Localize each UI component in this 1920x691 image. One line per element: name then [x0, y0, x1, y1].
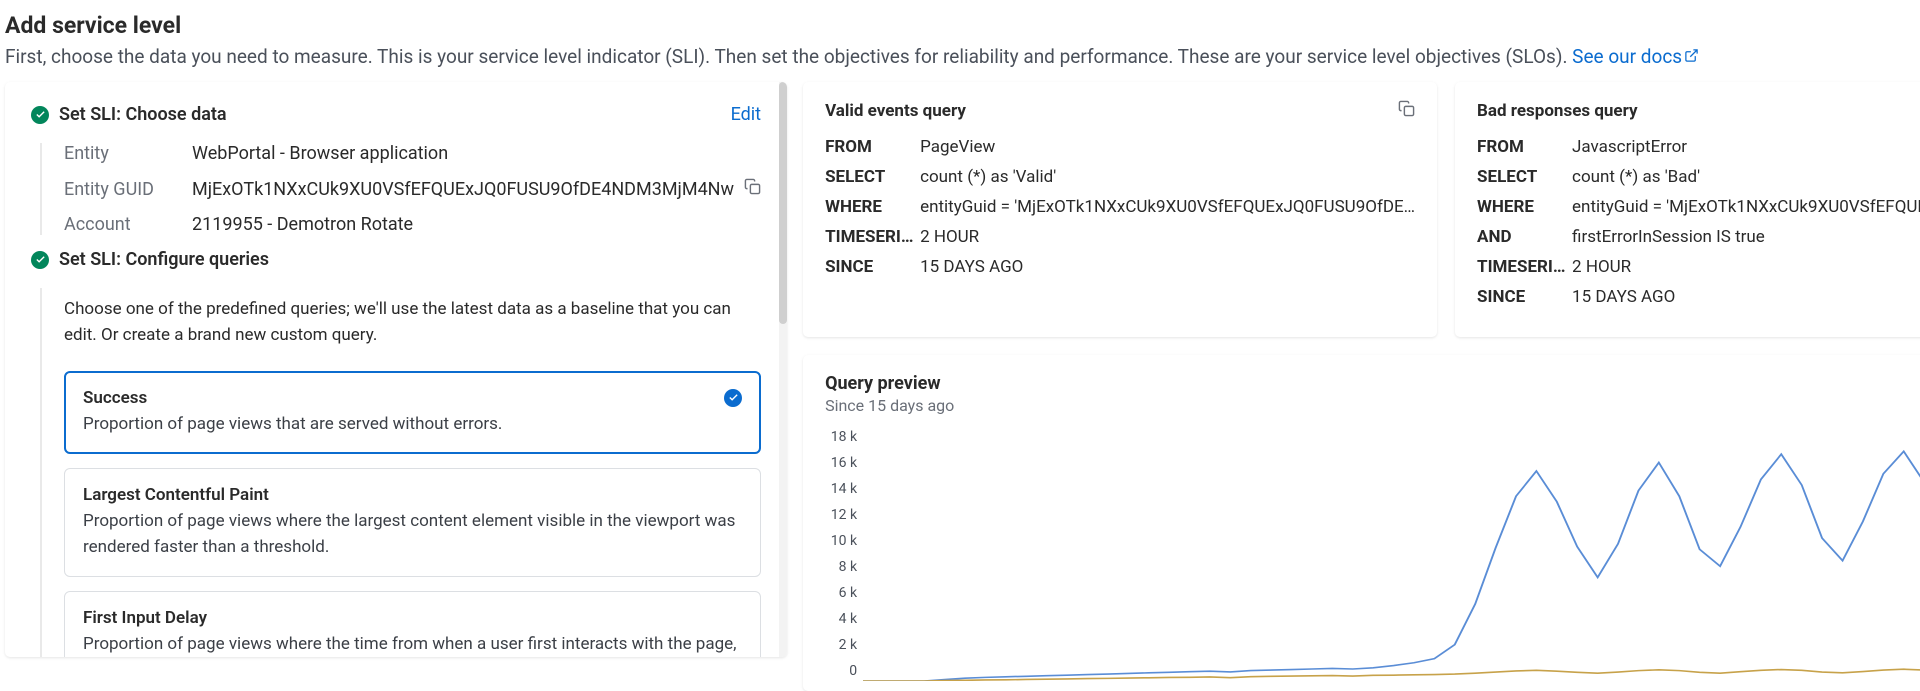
- chart-series-line: [863, 669, 1920, 681]
- query-option-fid[interactable]: First Input Delay Proportion of page vie…: [64, 591, 761, 657]
- y-tick: 4 k: [825, 611, 857, 627]
- account-value: 2119955 - Demotron Rotate: [192, 214, 413, 235]
- query-key: SELECT: [1477, 167, 1572, 187]
- query-value: 2 HOUR: [920, 227, 979, 247]
- edit-button[interactable]: Edit: [731, 104, 761, 125]
- valid-events-query-card: Valid events query FROMPageViewSELECTcou…: [803, 82, 1437, 337]
- query-value: PageView: [920, 137, 995, 157]
- step2-description: Choose one of the predefined queries; we…: [64, 296, 761, 349]
- y-tick: 14 k: [825, 481, 857, 497]
- copy-guid-button[interactable]: [744, 178, 761, 200]
- entity-label: Entity: [64, 143, 192, 164]
- copy-valid-query-button[interactable]: [1398, 100, 1415, 121]
- query-option-lcp[interactable]: Largest Contentful Paint Proportion of p…: [64, 468, 761, 577]
- query-row: SELECTcount (*) as 'Valid': [825, 167, 1415, 187]
- option-desc: Proportion of page views that are served…: [83, 412, 742, 438]
- query-row: TIMESERI…2 HOUR: [825, 227, 1415, 247]
- query-value: JavascriptError: [1572, 137, 1687, 157]
- query-key: SINCE: [1477, 287, 1572, 307]
- preview-subtitle: Since 15 days ago: [825, 396, 954, 415]
- preview-title: Query preview: [825, 373, 954, 394]
- query-key: TIMESERI…: [1477, 257, 1572, 277]
- query-row: WHEREentityGuid = 'MjExOTk1NXxCUk9XU0VSf…: [825, 197, 1415, 217]
- page-title: Add service level: [5, 12, 1915, 39]
- page-subtitle: First, choose the data you need to measu…: [5, 45, 1915, 68]
- query-value: 15 DAYS AGO: [920, 257, 1023, 277]
- query-key: FROM: [825, 137, 920, 157]
- external-link-icon: [1684, 45, 1699, 68]
- step-complete-icon: [31, 251, 49, 269]
- query-row: WHEREentityGuid = 'MjExOTk1NXxCUk9XU0VSf…: [1477, 197, 1920, 217]
- docs-link[interactable]: See our docs: [1572, 45, 1699, 68]
- query-key: WHERE: [825, 197, 920, 217]
- bad-query-title: Bad responses query: [1477, 101, 1638, 121]
- query-option-success[interactable]: Success Proportion of page views that ar…: [64, 371, 761, 455]
- query-row: SELECTcount (*) as 'Bad': [1477, 167, 1920, 187]
- y-tick: 18 k: [825, 429, 857, 445]
- docs-link-label: See our docs: [1572, 45, 1682, 68]
- query-value: 15 DAYS AGO: [1572, 287, 1675, 307]
- query-row: SINCE15 DAYS AGO: [1477, 287, 1920, 307]
- chart-series-line: [863, 449, 1920, 681]
- query-key: FROM: [1477, 137, 1572, 157]
- chart-y-axis: 18 k 16 k 14 k 12 k 10 k 8 k 6 k 4 k 2 k 0: [825, 429, 863, 679]
- step-complete-icon: [31, 106, 49, 124]
- query-value: count (*) as 'Valid': [920, 167, 1056, 187]
- y-tick: 6 k: [825, 585, 857, 601]
- query-key: SELECT: [825, 167, 920, 187]
- query-preview-card: Query preview Since 15 days ago 18 k 16 k…: [803, 355, 1920, 691]
- y-tick: 10 k: [825, 533, 857, 549]
- query-value: 2 HOUR: [1572, 257, 1631, 277]
- option-desc: Proportion of page views where the time …: [83, 632, 742, 657]
- chart-plot-area: [863, 429, 1920, 681]
- account-label: Account: [64, 214, 192, 235]
- y-tick: 0: [825, 663, 857, 679]
- subtitle-text: First, choose the data you need to measu…: [5, 45, 1572, 68]
- y-tick: 16 k: [825, 455, 857, 471]
- y-tick: 2 k: [825, 637, 857, 653]
- query-row: TIMESERI…2 HOUR: [1477, 257, 1920, 277]
- entity-value: WebPortal - Browser application: [192, 143, 448, 164]
- query-row: FROMPageView: [825, 137, 1415, 157]
- option-desc: Proportion of page views where the large…: [83, 509, 742, 560]
- selected-check-icon: [724, 389, 742, 407]
- query-value: entityGuid = 'MjExOTk1NXxCUk9XU0VSfEFQUE…: [1572, 197, 1920, 217]
- query-value: firstErrorInSession IS true: [1572, 227, 1765, 247]
- option-title: Largest Contentful Paint: [83, 485, 269, 505]
- query-key: SINCE: [825, 257, 920, 277]
- option-title: Success: [83, 388, 147, 408]
- sli-config-card: Set SLI: Choose data Edit Entity WebPort…: [5, 82, 787, 657]
- y-tick: 12 k: [825, 507, 857, 523]
- entity-guid-value: MjExOTk1NXxCUk9XU0VSfEFQUExJQ0FUSU9OfDE4…: [192, 179, 734, 200]
- query-value: count (*) as 'Bad': [1572, 167, 1700, 187]
- query-key: TIMESERI…: [825, 227, 920, 247]
- query-row: SINCE15 DAYS AGO: [825, 257, 1415, 277]
- query-row: ANDfirstErrorInSession IS true: [1477, 227, 1920, 247]
- query-row: FROMJavascriptError: [1477, 137, 1920, 157]
- scrollbar-thumb[interactable]: [779, 82, 787, 324]
- bad-responses-query-card: Bad responses query FROMJavascriptErrorS…: [1455, 82, 1920, 337]
- step2-title: Set SLI: Configure queries: [59, 249, 269, 270]
- step1-title: Set SLI: Choose data: [59, 104, 227, 125]
- query-key: WHERE: [1477, 197, 1572, 217]
- valid-query-title: Valid events query: [825, 101, 966, 121]
- y-tick: 8 k: [825, 559, 857, 575]
- option-title: First Input Delay: [83, 608, 207, 628]
- query-key: AND: [1477, 227, 1572, 247]
- entity-guid-label: Entity GUID: [64, 179, 192, 200]
- query-value: entityGuid = 'MjExOTk1NXxCUk9XU0VSfEFQUE…: [920, 197, 1415, 217]
